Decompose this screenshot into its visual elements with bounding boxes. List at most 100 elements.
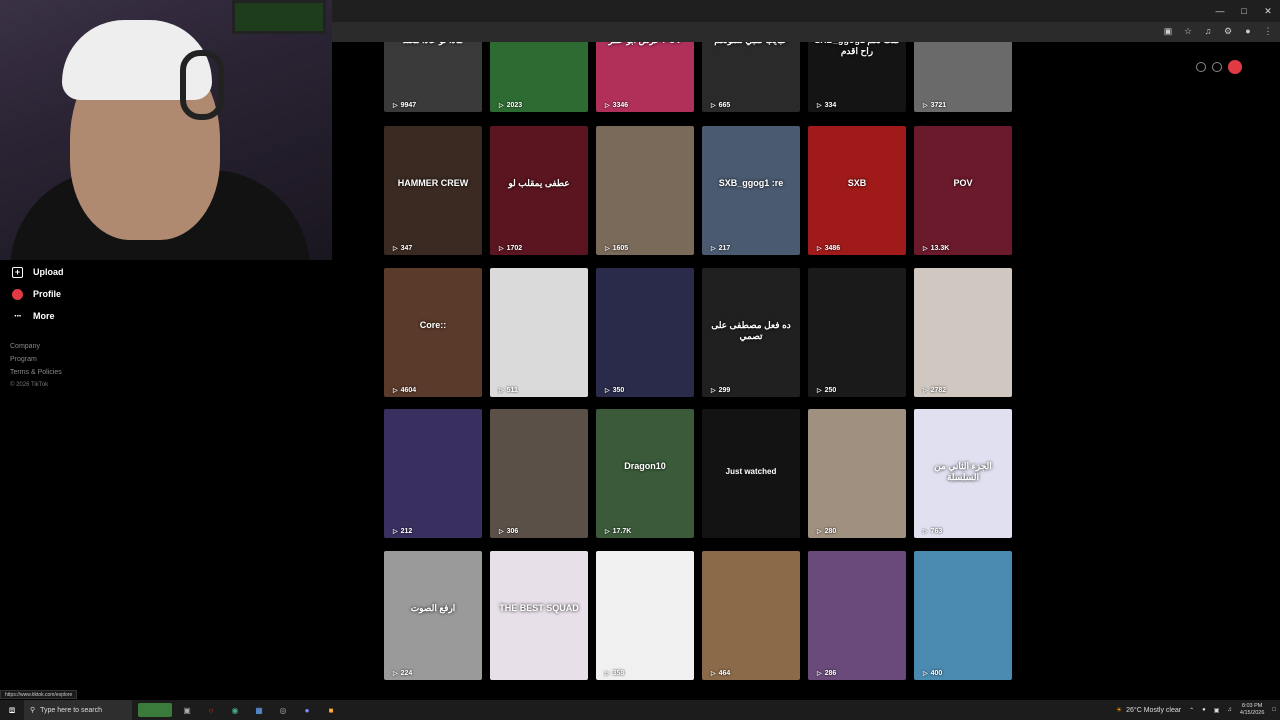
video-tile[interactable]: عرس ابو عمر POV ▷3346 xyxy=(596,42,694,112)
view-count: ▷ 1702 xyxy=(499,245,522,252)
video-tile[interactable]: HAMMER CREW ▷ 347 xyxy=(384,126,482,255)
video-tile[interactable]: ▷ 2023 xyxy=(490,42,588,112)
discord-icon[interactable]: ● xyxy=(298,703,316,717)
video-caption: عطفى يمقلب لو xyxy=(508,177,570,188)
opera-icon[interactable]: ○ xyxy=(202,703,220,717)
file-explorer-icon[interactable]: ▦ xyxy=(250,703,268,717)
media-control-icon[interactable]: ♫ xyxy=(1202,25,1214,37)
video-tile[interactable]: ارفع الصوت ▷ 224 xyxy=(384,551,482,680)
video-tile[interactable]: ▷ 511 xyxy=(490,268,588,397)
video-tile[interactable]: ده فعل مصطفى على تصمي ▷ 299 xyxy=(702,268,800,397)
video-tile[interactable]: Just watched xyxy=(702,409,800,538)
video-tile[interactable]: الجزء الثاني من السلسلة ▷ 763 xyxy=(914,409,1012,538)
copyright: © 2026 TikTok xyxy=(10,382,49,388)
play-icon: ▷ xyxy=(711,103,716,109)
view-count-value: 224 xyxy=(400,670,413,677)
volume-icon[interactable]: ♫ xyxy=(1227,707,1232,713)
network-icon[interactable]: ▣ xyxy=(1214,707,1220,714)
close-icon[interactable]: ✕ xyxy=(1256,0,1280,22)
video-tile[interactable]: ▷ 350 xyxy=(596,268,694,397)
view-count-value: 1605 xyxy=(612,245,629,252)
more-icon: ··· xyxy=(14,310,22,322)
video-tile[interactable]: ▷ 2782 xyxy=(914,268,1012,397)
video-tile[interactable]: حبايب قلبي شلونكم ▷665 xyxy=(702,42,800,112)
play-icon: ▷ xyxy=(817,671,822,677)
view-count: ▷ 13.3K xyxy=(923,245,949,252)
play-icon: ▷ xyxy=(923,246,928,252)
play-icon: ▷ xyxy=(393,529,398,535)
weather-widget[interactable]: ☀ 26°C Mostly clear xyxy=(1115,706,1181,715)
app-icon[interactable]: ■ xyxy=(322,703,340,717)
footer-link-program[interactable]: Program xyxy=(10,356,37,363)
view-count-value: 464 xyxy=(718,670,731,677)
mic-icon[interactable]: ● xyxy=(1202,707,1206,713)
taskbar-apps: ▣ ○ ◉ ▦ ◎ ● ■ xyxy=(138,703,340,717)
view-count: ▷ 9947 xyxy=(393,102,416,109)
clock[interactable]: 8:03 PM 4/15/2026 xyxy=(1240,703,1264,717)
video-tile[interactable]: ▷ 464 xyxy=(702,551,800,680)
video-tile[interactable]: SXB ▷ 3486 xyxy=(808,126,906,255)
view-count: ▷ 358 xyxy=(605,670,624,677)
view-count-value: 400 xyxy=(930,670,943,677)
play-icon: ▷ xyxy=(393,103,398,109)
video-tile[interactable]: ▷ 358 xyxy=(596,551,694,680)
view-count: ▷ 4604 xyxy=(393,387,416,394)
video-tile[interactable]: ▷ 286 xyxy=(808,551,906,680)
menu-kebab-icon[interactable]: ⋮ xyxy=(1262,25,1274,37)
compass-icon[interactable] xyxy=(1196,62,1206,72)
footer-link-company[interactable]: Company xyxy=(10,343,40,350)
video-tile[interactable]: POV ▷ 13.3K xyxy=(914,126,1012,255)
minecraft-app-icon[interactable] xyxy=(138,703,172,717)
view-count-value: 250 xyxy=(824,387,837,394)
view-count-value: 17.7K xyxy=(612,528,632,535)
video-caption: ماذا لو عادا معتد xyxy=(388,42,478,46)
view-count-value: 3486 xyxy=(824,245,841,252)
video-tile[interactable]: THE BEST SQUAD xyxy=(490,551,588,680)
play-icon: ▷ xyxy=(393,671,398,677)
view-count-value: 13.3K xyxy=(930,245,950,252)
view-count-value: 1702 xyxy=(506,245,523,252)
play-icon: ▷ xyxy=(605,246,610,252)
video-tile[interactable]: ماذا لو عادا معتد ▷9947 xyxy=(384,42,482,112)
maximize-icon[interactable]: □ xyxy=(1232,0,1256,22)
video-tile[interactable]: ▷ 250 xyxy=(808,268,906,397)
sidebar-item-upload[interactable]: + Upload xyxy=(12,264,64,280)
view-count: ▷ 2023 xyxy=(499,102,522,109)
obs-icon[interactable]: ◎ xyxy=(274,703,292,717)
minimize-icon[interactable]: — xyxy=(1208,0,1232,22)
video-tile[interactable]: ▷ 306 xyxy=(490,409,588,538)
task-view-icon[interactable]: ▣ xyxy=(178,703,196,717)
video-tile[interactable]: عطفى يمقلب لو ▷ 1702 xyxy=(490,126,588,255)
play-icon: ▷ xyxy=(711,246,716,252)
chrome-icon[interactable]: ◉ xyxy=(226,703,244,717)
device-icon[interactable] xyxy=(1212,62,1222,72)
weather-icon: ☀ xyxy=(1115,707,1123,714)
video-caption: ده فعل مصطفى على تصمي xyxy=(711,319,791,341)
install-app-icon[interactable]: ▣ xyxy=(1162,25,1174,37)
video-tile[interactable]: ▷ 1605 xyxy=(596,126,694,255)
account-icon[interactable]: ● xyxy=(1242,25,1254,37)
video-tile[interactable]: ▷ 3721 xyxy=(914,42,1012,112)
video-tile[interactable]: ▷ 212 xyxy=(384,409,482,538)
video-tile[interactable]: SXB_ggog1 قلت لكم راح اقدم ▷334 xyxy=(808,42,906,112)
sidebar-item-profile[interactable]: Profile xyxy=(12,286,61,302)
video-tile[interactable]: Dragon10 ▷ 17.7K xyxy=(596,409,694,538)
view-count: ▷ 350 xyxy=(605,387,624,394)
extensions-icon[interactable]: ⚙ xyxy=(1222,25,1234,37)
footer-link-terms[interactable]: Terms & Policies xyxy=(10,369,62,376)
avatar[interactable] xyxy=(1228,60,1242,74)
notification-icon[interactable]: □ xyxy=(1272,707,1276,713)
tray-chevron-icon[interactable]: ⌃ xyxy=(1189,707,1194,714)
system-tray: ☀ 26°C Mostly clear ⌃ ● ▣ ♫ 8:03 PM 4/15… xyxy=(1116,700,1280,720)
bookmark-star-icon[interactable]: ☆ xyxy=(1182,25,1194,37)
sidebar-item-label: More xyxy=(33,311,55,321)
play-icon: ▷ xyxy=(817,246,822,252)
video-tile[interactable]: ▷ 280 xyxy=(808,409,906,538)
sidebar-item-more[interactable]: ··· More xyxy=(12,308,55,324)
video-tile[interactable]: ▷ 400 xyxy=(914,551,1012,680)
video-tile[interactable]: Core:: ▷ 4604 xyxy=(384,268,482,397)
taskbar-search[interactable]: ⚲ Type here to search xyxy=(24,700,132,720)
view-count-value: 306 xyxy=(506,528,519,535)
video-tile[interactable]: SXB_ggog1 :re ▷ 217 xyxy=(702,126,800,255)
windows-start-icon[interactable]: ⧈ xyxy=(0,700,24,720)
